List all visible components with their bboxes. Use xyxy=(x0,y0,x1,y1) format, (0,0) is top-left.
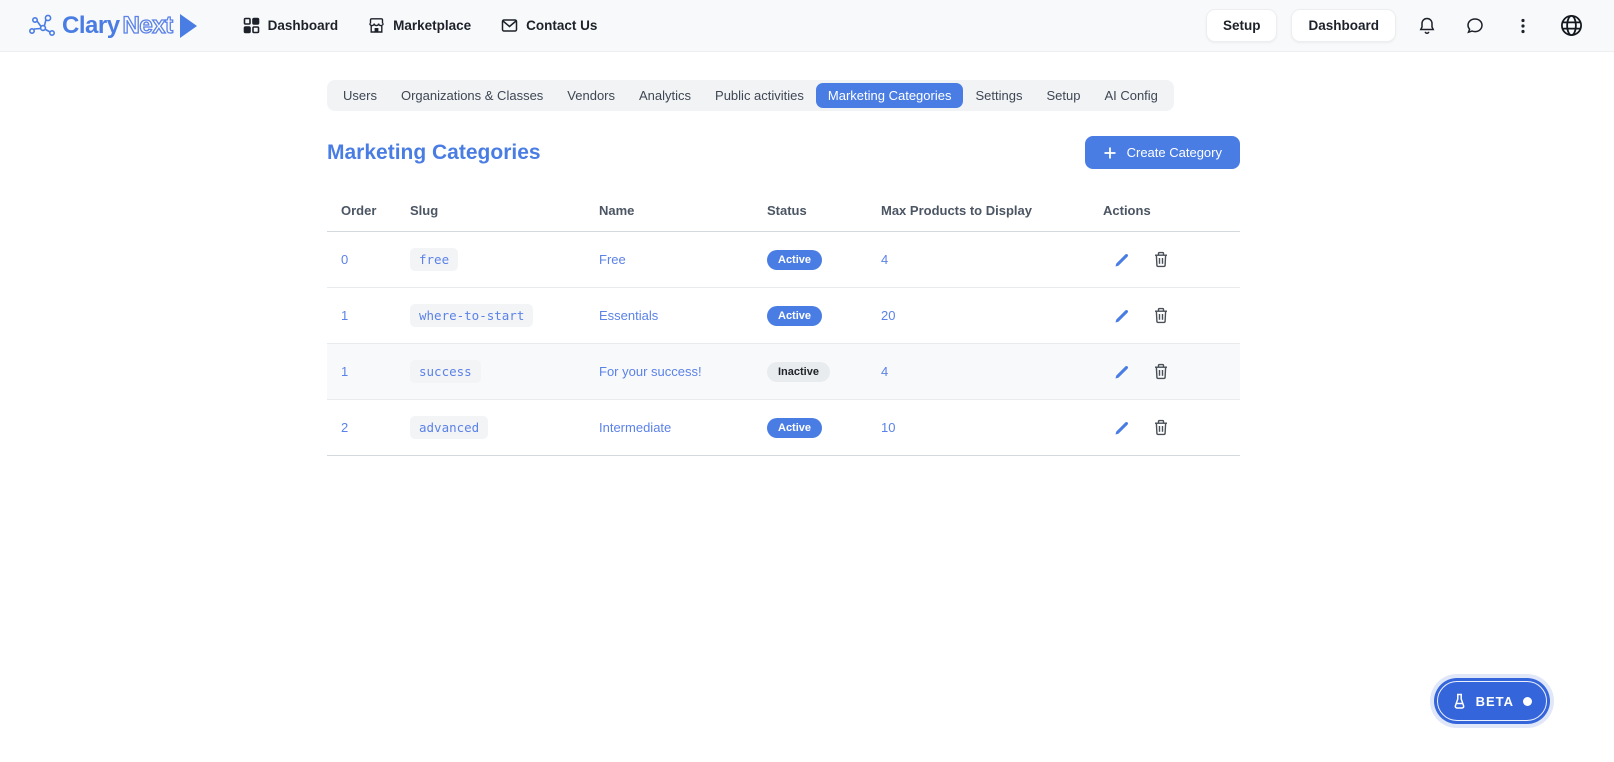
create-category-label: Create Category xyxy=(1126,145,1222,160)
nav-label: Marketplace xyxy=(393,18,472,33)
order-value: 1 xyxy=(341,364,349,379)
pencil-icon xyxy=(1115,309,1128,323)
dashboard-button[interactable]: Dashboard xyxy=(1291,9,1396,42)
nav-label: Dashboard xyxy=(267,18,339,33)
page-header: Marketing Categories Create Category xyxy=(327,136,1240,169)
slug-value: advanced xyxy=(410,416,489,439)
table-row: 1 where-to-start Essentials Active 20 xyxy=(327,287,1240,344)
edit-button[interactable] xyxy=(1111,249,1133,271)
play-arrow-icon xyxy=(177,12,199,40)
flask-icon xyxy=(1452,693,1467,710)
max-products-value: 10 xyxy=(881,420,896,435)
column-max-products: Max Products to Display xyxy=(881,191,1103,232)
nav-contact-us[interactable]: Contact Us xyxy=(501,17,597,34)
create-category-button[interactable]: Create Category xyxy=(1084,136,1240,169)
pencil-icon xyxy=(1115,365,1128,379)
plus-icon xyxy=(1103,146,1117,160)
main-content: Users Organizations & Classes Vendors Analy… xyxy=(327,52,1240,456)
bell-icon[interactable] xyxy=(1410,9,1444,43)
column-slug: Slug xyxy=(410,191,599,232)
table-row: 1 success For your success! Inactive 4 xyxy=(327,343,1240,400)
delete-button[interactable] xyxy=(1150,305,1172,327)
max-products-value: 4 xyxy=(881,364,889,379)
navbar-right: Setup Dashboard xyxy=(1205,9,1588,43)
nav-dashboard[interactable]: Dashboard xyxy=(243,17,339,34)
tab-public-activities[interactable]: Public activities xyxy=(703,83,816,108)
max-products-value: 20 xyxy=(881,308,896,323)
trash-icon xyxy=(1155,307,1167,324)
top-navbar: Clary Next Dashboard Marketplace Contact… xyxy=(0,0,1614,52)
status-badge: Active xyxy=(767,249,823,270)
order-value: 0 xyxy=(341,252,349,267)
status-badge: Inactive xyxy=(767,361,830,382)
max-products-value: 4 xyxy=(881,252,889,267)
categories-table: Order Slug Name Status Max Products to D… xyxy=(327,191,1240,456)
tab-organizations-classes[interactable]: Organizations & Classes xyxy=(389,83,555,108)
page-title: Marketing Categories xyxy=(327,140,541,164)
grid-icon xyxy=(243,17,260,34)
order-value: 1 xyxy=(341,308,349,323)
name-value[interactable]: For your success! xyxy=(599,364,702,379)
slug-value: where-to-start xyxy=(410,304,534,327)
admin-tab-strip: Users Organizations & Classes Vendors Analy… xyxy=(327,80,1174,111)
trash-icon xyxy=(1155,363,1167,380)
globe-icon[interactable] xyxy=(1554,9,1588,43)
name-value[interactable]: Essentials xyxy=(599,308,658,323)
tab-ai-config[interactable]: AI Config xyxy=(1092,83,1169,108)
mail-icon xyxy=(501,17,518,34)
column-actions: Actions xyxy=(1103,191,1240,232)
name-value[interactable]: Intermediate xyxy=(599,420,671,435)
slug-value: success xyxy=(410,360,481,383)
delete-button[interactable] xyxy=(1150,361,1172,383)
tab-users[interactable]: Users xyxy=(331,83,389,108)
beta-status-dot xyxy=(1523,696,1532,706)
beta-label: BETA xyxy=(1475,693,1514,709)
tab-settings[interactable]: Settings xyxy=(963,83,1034,108)
edit-button[interactable] xyxy=(1111,361,1133,383)
edit-button[interactable] xyxy=(1111,305,1133,327)
column-name: Name xyxy=(599,191,767,232)
nav-marketplace[interactable]: Marketplace xyxy=(368,17,471,34)
nav-label: Contact Us xyxy=(526,18,598,33)
pencil-icon xyxy=(1115,253,1128,267)
store-icon xyxy=(368,17,385,34)
molecule-icon xyxy=(26,10,60,42)
trash-icon xyxy=(1155,419,1167,436)
beta-fab-button[interactable]: BETA xyxy=(1433,678,1550,724)
main-nav: Dashboard Marketplace Contact Us xyxy=(243,17,597,34)
table-row: 0 free Free Active 4 xyxy=(327,231,1240,288)
column-status: Status xyxy=(767,191,881,232)
edit-button[interactable] xyxy=(1111,417,1133,439)
delete-button[interactable] xyxy=(1150,417,1172,439)
status-badge: Active xyxy=(767,417,823,438)
table-header-row: Order Slug Name Status Max Products to D… xyxy=(327,191,1240,232)
order-value: 2 xyxy=(341,420,349,435)
kebab-menu-icon[interactable] xyxy=(1506,9,1540,43)
status-badge: Active xyxy=(767,305,823,326)
column-order: Order xyxy=(327,191,410,232)
brand-name-secondary: Next xyxy=(122,11,174,39)
name-value[interactable]: Free xyxy=(599,252,626,267)
brand-name-primary: Clary xyxy=(62,11,120,39)
brand-logo[interactable]: Clary Next xyxy=(26,10,199,42)
trash-icon xyxy=(1155,251,1167,268)
delete-button[interactable] xyxy=(1150,249,1172,271)
chat-icon[interactable] xyxy=(1458,9,1492,43)
tab-vendors[interactable]: Vendors xyxy=(555,83,627,108)
tab-analytics[interactable]: Analytics xyxy=(627,83,703,108)
tab-marketing-categories[interactable]: Marketing Categories xyxy=(815,83,964,108)
pencil-icon xyxy=(1115,421,1128,435)
table-row: 2 advanced Intermediate Active 10 xyxy=(327,399,1240,456)
tab-setup[interactable]: Setup xyxy=(1034,83,1092,108)
setup-button[interactable]: Setup xyxy=(1205,9,1278,42)
slug-value: free xyxy=(410,248,459,271)
